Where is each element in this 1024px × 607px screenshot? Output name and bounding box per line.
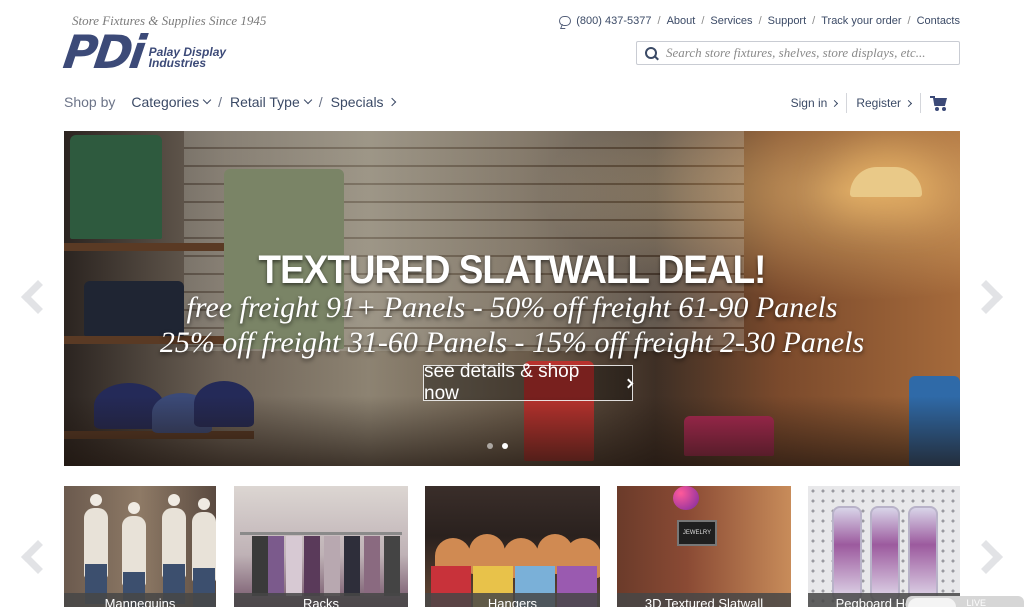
hero-cta-button[interactable]: see details & shop now — [423, 361, 634, 404]
chevron-down-icon — [202, 95, 212, 105]
category-card-pegboard-hooks[interactable]: Pegboard Hooks — [808, 486, 960, 607]
separator: / — [701, 15, 705, 27]
separator: / — [758, 15, 762, 27]
hero-next-arrow[interactable] — [969, 280, 1003, 314]
search-box — [636, 41, 960, 65]
divider — [846, 93, 848, 113]
chat-avatar — [908, 598, 956, 607]
sign-in-label: Sign in — [790, 96, 828, 110]
categories-next-arrow[interactable] — [969, 540, 1003, 574]
cart-icon[interactable] — [930, 95, 948, 111]
separator: / — [218, 94, 222, 110]
category-label: Mannequins — [64, 593, 216, 607]
hero-prev-arrow[interactable] — [21, 280, 55, 314]
register-label: Register — [856, 96, 901, 110]
live-chat-label: LIVE — [966, 598, 986, 607]
about-link[interactable]: About — [667, 15, 696, 27]
category-image: JEWELRY — [617, 486, 791, 607]
category-image — [234, 486, 408, 607]
chevron-down-icon — [303, 95, 312, 105]
chevron-right-icon — [387, 97, 396, 107]
carousel-dot[interactable] — [487, 443, 493, 449]
category-card-mannequins[interactable]: Mannequins — [64, 486, 216, 607]
carousel-dots — [487, 443, 508, 449]
category-image — [425, 486, 600, 607]
logo-company-name: Palay Display Industries — [148, 45, 227, 70]
hero-title: TEXTURED SLATWALL DEAL! — [258, 248, 767, 292]
hero-offer-line-1: free freight 91+ Panels - 50% off freigh… — [186, 291, 838, 324]
hero-banner[interactable]: TEXTURED SLATWALL DEAL! free freight 91+… — [64, 131, 960, 466]
contacts-link[interactable]: Contacts — [917, 15, 960, 27]
category-label: Racks — [234, 593, 408, 607]
hero-photo-shirt — [70, 135, 162, 239]
top-links: (800) 437-5377 / About / Services / Supp… — [559, 15, 960, 27]
separator: / — [812, 15, 816, 27]
live-chat-tab[interactable]: LIVE — [906, 596, 1024, 607]
chat-bubble-icon — [559, 16, 572, 26]
shop-by-label: Shop by — [64, 94, 116, 110]
categories-menu[interactable]: Categories — [131, 94, 212, 110]
phone-link[interactable]: (800) 437-5377 — [576, 15, 651, 27]
logo[interactable]: PDi Palay Display Industries — [60, 25, 239, 79]
hero-offer-line-2: 25% off freight 31-60 Panels - 15% off f… — [159, 326, 865, 359]
specials-link[interactable]: Specials — [330, 94, 396, 110]
logo-mark: PDi — [60, 25, 147, 79]
carousel-dot-active[interactable] — [502, 443, 508, 449]
divider — [920, 93, 921, 113]
category-label: Hangers — [425, 593, 600, 607]
category-card-3d-textured-slatwall[interactable]: JEWELRY 3D Textured Slatwall — [617, 486, 791, 607]
categories-label: Categories — [131, 94, 200, 110]
category-label: 3D Textured Slatwall — [617, 593, 791, 607]
category-image — [64, 486, 216, 607]
category-card-racks[interactable]: Racks — [234, 486, 408, 607]
retail-type-menu[interactable]: Retail Type — [229, 94, 312, 110]
search-input[interactable] — [666, 45, 946, 61]
categories-prev-arrow[interactable] — [21, 540, 55, 574]
separator: / — [657, 15, 661, 27]
search-icon[interactable] — [645, 46, 658, 60]
retail-type-label: Retail Type — [229, 94, 300, 110]
support-link[interactable]: Support — [768, 15, 807, 27]
chevron-right-icon — [623, 378, 634, 388]
services-link[interactable]: Services — [710, 15, 752, 27]
hero-photo-floor — [64, 396, 960, 466]
chevron-right-icon — [904, 99, 913, 107]
sign-in-link[interactable]: Sign in — [790, 96, 839, 110]
account-links: Sign in Register — [791, 93, 948, 113]
hero-photo-lamp — [850, 167, 922, 197]
separator: / — [318, 94, 323, 110]
category-image — [808, 486, 960, 607]
register-link[interactable]: Register — [856, 96, 913, 110]
category-card-hangers[interactable]: Hangers — [425, 486, 600, 607]
track-order-link[interactable]: Track your order — [821, 15, 901, 27]
separator: / — [907, 15, 911, 27]
hero-cta-label: see details & shop now — [424, 361, 580, 404]
specials-label: Specials — [330, 94, 384, 110]
category-carousel: Mannequins Racks Hangers JEWELRY 3D Text… — [64, 486, 960, 607]
chevron-right-icon — [831, 99, 839, 107]
main-nav: Shop by Categories / Retail Type / Speci… — [64, 94, 396, 110]
